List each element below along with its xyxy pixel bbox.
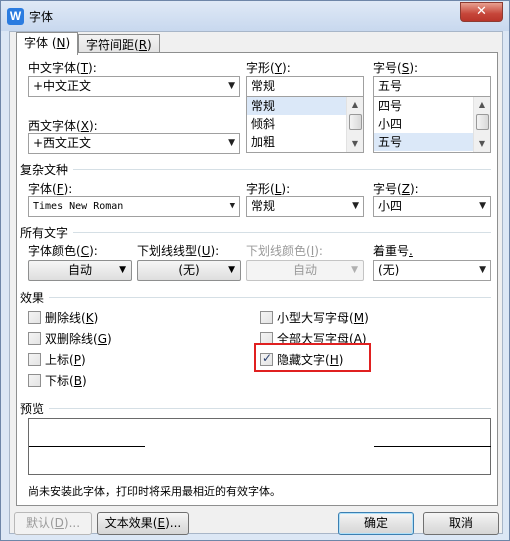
chevron-down-icon: ▼: [119, 265, 126, 275]
complex-size-combo[interactable]: 小四 ▼: [373, 196, 491, 217]
checkbox-box[interactable]: [28, 353, 41, 366]
double-strikethrough-checkbox[interactable]: 双删除线(G): [28, 330, 112, 347]
preview-section-title: 预览: [20, 402, 45, 416]
strikethrough-checkbox[interactable]: 删除线(K): [28, 309, 98, 326]
chevron-down-icon: ▼: [228, 138, 235, 148]
emphasis-label: 着重号.: [373, 244, 413, 258]
font-style-input[interactable]: 常规: [246, 76, 364, 97]
scroll-thumb[interactable]: [476, 114, 489, 130]
complex-font-label: 字体(F):: [28, 182, 73, 196]
checkbox-box[interactable]: [28, 311, 41, 324]
divider: [73, 232, 491, 233]
font-color-label: 字体颜色(C):: [28, 244, 98, 258]
divider: [73, 169, 491, 170]
chinese-font-combo[interactable]: +中文正文 ▼: [28, 76, 240, 97]
emphasis-combo[interactable]: (无) ▼: [373, 260, 491, 281]
font-size-list[interactable]: 四号 小四 五号 ▲ ▼: [373, 96, 491, 153]
complex-section-title: 复杂文种: [20, 163, 69, 177]
font-color-dropdown[interactable]: 自动 ▼: [28, 260, 132, 281]
scroll-down-icon[interactable]: ▼: [347, 136, 363, 152]
dialog-client-area: 字体 (N) 字符间距(R) 中文字体(T): 字形(Y): 字号(S): +中…: [9, 31, 503, 535]
divider: [49, 297, 491, 298]
underline-style-dropdown[interactable]: (无) ▼: [137, 260, 241, 281]
superscript-checkbox[interactable]: 上标(P): [28, 351, 86, 368]
font-style-list[interactable]: 常规 倾斜 加粗 ▲ ▼: [246, 96, 364, 153]
tab-char-spacing-label: 字符间距: [86, 38, 135, 52]
divider: [49, 408, 491, 409]
scrollbar[interactable]: ▲ ▼: [346, 97, 363, 152]
effects-section-title: 效果: [20, 291, 45, 305]
all-text-section-title: 所有文字: [20, 226, 69, 240]
chevron-down-icon: ▼: [479, 201, 486, 211]
complex-style-combo[interactable]: 常规 ▼: [246, 196, 364, 217]
tab-font-hotkey: N: [56, 36, 66, 50]
title-bar[interactable]: W 字体 ✕: [1, 1, 509, 31]
checkbox-box[interactable]: [28, 332, 41, 345]
chevron-down-icon: ▼: [479, 265, 486, 275]
tab-font-label: 字体: [24, 36, 49, 50]
font-tab-panel: 中文字体(T): 字形(Y): 字号(S): +中文正文 ▼ 常规 五号 常规 倾…: [16, 52, 498, 506]
default-button[interactable]: 默认(D)...: [14, 512, 92, 535]
checkbox-box[interactable]: [260, 311, 273, 324]
ok-button[interactable]: 确定: [338, 512, 414, 535]
complex-size-label: 字号(Z):: [373, 182, 419, 196]
scroll-thumb[interactable]: [349, 114, 362, 130]
chinese-font-label: 中文字体(T):: [28, 61, 97, 75]
font-size-input[interactable]: 五号: [373, 76, 491, 97]
scroll-up-icon[interactable]: ▲: [474, 97, 490, 113]
chevron-down-icon: ▼: [229, 201, 235, 211]
font-size-label: 字号(S):: [373, 61, 419, 75]
small-caps-checkbox[interactable]: 小型大写字母(M): [260, 309, 369, 326]
scroll-down-icon[interactable]: ▼: [474, 136, 490, 152]
underline-style-label: 下划线线型(U):: [137, 244, 220, 258]
preview-baseline-right: [374, 446, 491, 447]
scrollbar[interactable]: ▲ ▼: [473, 97, 490, 152]
underline-color-dropdown[interactable]: 自动 ▼: [246, 260, 364, 281]
complex-font-combo[interactable]: Times New Roman ▼: [28, 196, 240, 217]
tab-font[interactable]: 字体 (N): [16, 32, 79, 55]
preview-note: 尚未安装此字体，打印时将采用最相近的有效字体。: [28, 485, 281, 498]
preview-baseline-left: [29, 446, 145, 447]
text-effects-button[interactable]: 文本效果(E)...: [97, 512, 189, 535]
chevron-down-icon: ▼: [228, 81, 235, 91]
checkbox-box[interactable]: [28, 374, 41, 387]
font-dialog-window: W 字体 ✕ 字体 (N) 字符间距(R) 中文字体(T): 字形(Y): 字号…: [0, 0, 510, 541]
window-title: 字体: [29, 10, 54, 24]
subscript-checkbox[interactable]: 下标(B): [28, 372, 87, 389]
font-style-label: 字形(Y):: [246, 61, 291, 75]
tab-char-spacing-hotkey: R: [138, 38, 148, 52]
chevron-down-icon: ▼: [352, 201, 359, 211]
western-font-combo[interactable]: +西文正文 ▼: [28, 133, 240, 154]
western-font-label: 西文字体(X):: [28, 119, 98, 133]
preview-box: [28, 418, 491, 475]
chevron-down-icon: ▼: [228, 265, 235, 275]
wps-writer-logo-icon: W: [7, 8, 24, 25]
chevron-down-icon: ▼: [351, 265, 358, 275]
complex-style-label: 字形(L):: [246, 182, 291, 196]
scroll-up-icon[interactable]: ▲: [347, 97, 363, 113]
close-button[interactable]: ✕: [460, 2, 503, 22]
highlight-annotation: [254, 343, 371, 372]
underline-color-label: 下划线颜色(I):: [246, 244, 323, 258]
cancel-button[interactable]: 取消: [423, 512, 499, 535]
